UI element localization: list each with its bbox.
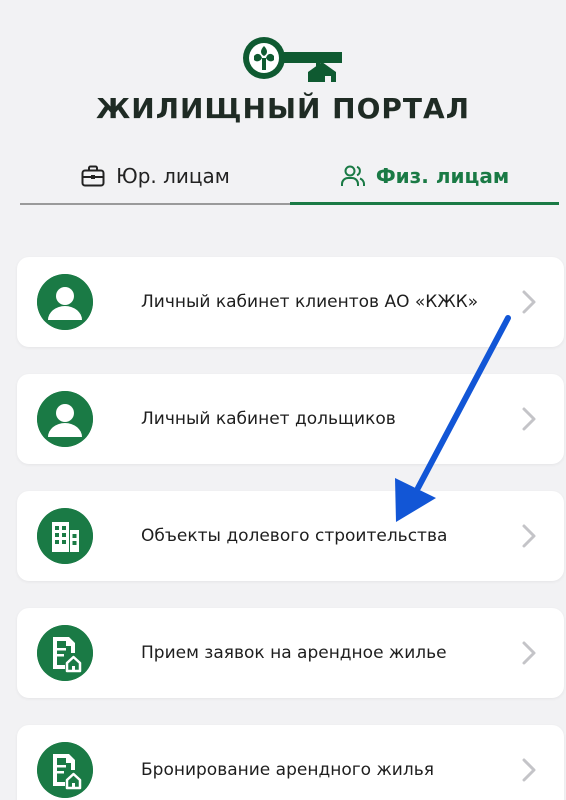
app-title: ЖИЛИЩНЫЙ ПОРТАЛ bbox=[96, 92, 470, 125]
page: ЖИЛИЩНЫЙ ПОРТАЛ Юр. лицам Физ. лицам Лич… bbox=[0, 0, 566, 800]
tab-individuals[interactable]: Физ. лицам bbox=[290, 150, 559, 202]
document-house-icon bbox=[37, 625, 93, 681]
menu-item-rental-applications[interactable]: Прием заявок на арендное жилье bbox=[17, 608, 564, 698]
menu-item-shareholders-cabinet[interactable]: Личный кабинет дольщиков bbox=[17, 374, 564, 464]
audience-tabs: Юр. лицам Физ. лицам bbox=[20, 150, 559, 206]
menu-item-label: Личный кабинет дольщиков bbox=[141, 409, 396, 429]
tab-individuals-label: Физ. лицам bbox=[375, 164, 510, 188]
tab-legal-entities[interactable]: Юр. лицам bbox=[20, 150, 290, 202]
menu-item-shared-construction-objects[interactable]: Объекты долевого строительства bbox=[17, 491, 564, 581]
chevron-right-icon bbox=[522, 524, 536, 548]
users-icon bbox=[340, 165, 365, 186]
briefcase-icon bbox=[81, 165, 105, 187]
key-house-logo bbox=[243, 37, 342, 82]
menu-item-kzhk-clients-cabinet[interactable]: Личный кабинет клиентов АО «КЖК» bbox=[17, 257, 564, 347]
menu-item-label: Бронирование арендного жилья bbox=[141, 760, 434, 780]
chevron-right-icon bbox=[522, 407, 536, 431]
menu-item-label: Личный кабинет клиентов АО «КЖК» bbox=[141, 292, 479, 312]
menu-item-rental-booking[interactable]: Бронирование арендного жилья bbox=[17, 725, 564, 800]
buildings-icon bbox=[37, 508, 93, 564]
chevron-right-icon bbox=[522, 641, 536, 665]
user-avatar-icon bbox=[37, 274, 93, 330]
tab-underline-active bbox=[290, 202, 559, 205]
menu-item-label: Объекты долевого строительства bbox=[141, 526, 448, 546]
tab-underline-inactive bbox=[20, 203, 290, 205]
user-avatar-icon bbox=[37, 391, 93, 447]
tab-legal-label: Юр. лицам bbox=[116, 164, 230, 188]
chevron-right-icon bbox=[522, 290, 536, 314]
document-house-icon bbox=[37, 742, 93, 798]
chevron-right-icon bbox=[522, 758, 536, 782]
menu-item-label: Прием заявок на арендное жилье bbox=[141, 643, 447, 663]
